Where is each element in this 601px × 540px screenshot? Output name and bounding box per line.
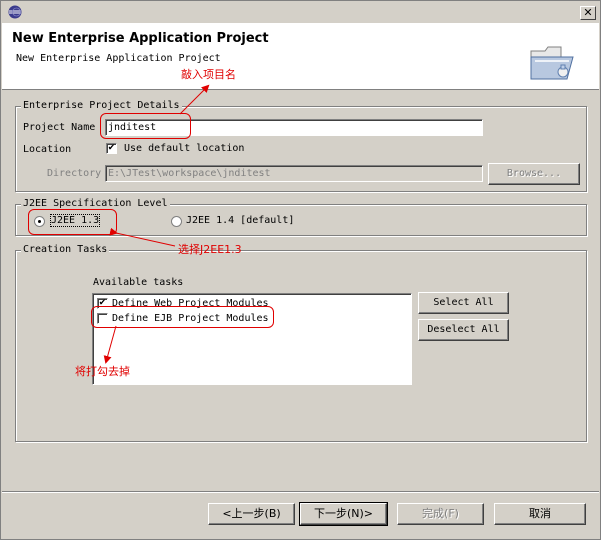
- next-button[interactable]: 下一步(N)>: [299, 502, 388, 526]
- close-button[interactable]: ✕: [580, 6, 596, 20]
- project-name-label: Project Name: [23, 122, 96, 133]
- wizard-window: ✕ New Enterprise Application Project New…: [0, 0, 601, 540]
- folder-wizard-icon: [527, 39, 577, 85]
- j2ee-14-label: J2EE 1.4 [default]: [186, 215, 295, 226]
- location-label: Location: [23, 144, 72, 155]
- spec-note: 选择J2EE1.3: [178, 243, 242, 256]
- directory-input[interactable]: E:\JTest\workspace\jnditest: [105, 165, 483, 182]
- eclipse-icon: [8, 5, 22, 19]
- footer-separator: [2, 491, 599, 493]
- select-all-button[interactable]: Select All: [418, 292, 509, 314]
- cancel-button[interactable]: 取消: [494, 503, 586, 525]
- ejb-note: 将打勾去掉: [75, 365, 130, 378]
- wizard-header: New Enterprise Application Project New E…: [2, 23, 599, 90]
- title-bar: ✕: [2, 2, 599, 22]
- wizard-description: New Enterprise Application Project: [16, 53, 221, 64]
- project-name-note: 敲入项目名: [181, 68, 236, 81]
- project-details-group-label: Enterprise Project Details: [21, 100, 182, 111]
- ejb-task-highlight: [91, 306, 274, 328]
- close-icon: ✕: [583, 6, 593, 19]
- project-name-highlight: [100, 113, 191, 139]
- use-default-label: Use default location: [124, 143, 245, 154]
- creation-tasks-group-label: Creation Tasks: [21, 244, 110, 255]
- wizard-title: New Enterprise Application Project: [12, 31, 269, 46]
- back-button[interactable]: <上一步(B): [208, 503, 295, 525]
- use-default-checkbox[interactable]: ✔: [106, 143, 117, 154]
- deselect-all-button[interactable]: Deselect All: [418, 319, 509, 341]
- directory-label: Directory: [47, 168, 102, 179]
- finish-button[interactable]: 完成(F): [397, 503, 484, 525]
- j2ee-13-highlight: [28, 209, 117, 235]
- available-tasks-label: Available tasks: [93, 277, 184, 288]
- browse-button[interactable]: Browse...: [488, 163, 580, 185]
- j2ee-14-radio[interactable]: [171, 216, 182, 227]
- spec-level-group-label: J2EE Specification Level: [21, 198, 170, 209]
